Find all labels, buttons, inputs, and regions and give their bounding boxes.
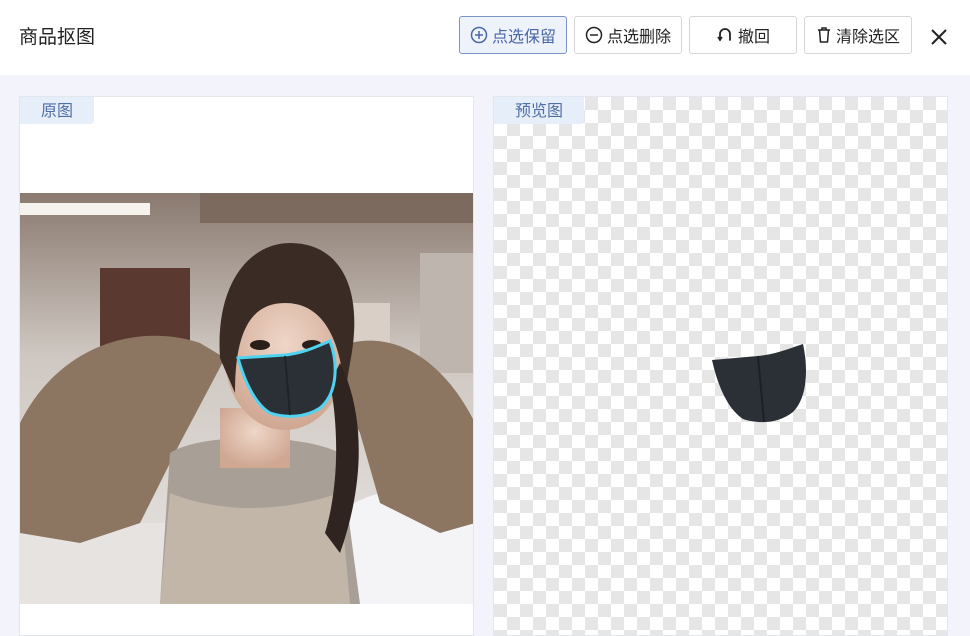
close-button[interactable]	[926, 24, 952, 50]
select-delete-label: 点选删除	[606, 27, 671, 46]
clear-selection-button[interactable]: 清除选区	[804, 16, 912, 54]
trash-icon	[817, 27, 830, 43]
undo-button[interactable]: 撤回	[689, 16, 797, 54]
original-image-panel: 原图	[19, 96, 474, 636]
page-title: 商品抠图	[19, 26, 96, 48]
original-photo[interactable]	[20, 193, 474, 604]
select-keep-button[interactable]: 点选保留	[459, 16, 567, 54]
minus-circle-icon	[585, 26, 603, 44]
clear-selection-label: 清除选区	[835, 27, 900, 46]
select-keep-label: 点选保留	[491, 27, 556, 46]
original-label: 原图	[20, 97, 95, 124]
close-icon	[931, 29, 947, 45]
preview-panel: 预览图	[493, 96, 948, 636]
undo-label: 撤回	[737, 27, 770, 46]
header-bar: 商品抠图 点选保留 点选删除 撤回 清除选区	[0, 0, 970, 75]
select-delete-button[interactable]: 点选删除	[574, 16, 682, 54]
plus-circle-icon	[470, 26, 488, 44]
preview-label: 预览图	[494, 97, 585, 124]
extracted-mask-preview	[712, 344, 806, 423]
undo-icon	[717, 28, 731, 42]
